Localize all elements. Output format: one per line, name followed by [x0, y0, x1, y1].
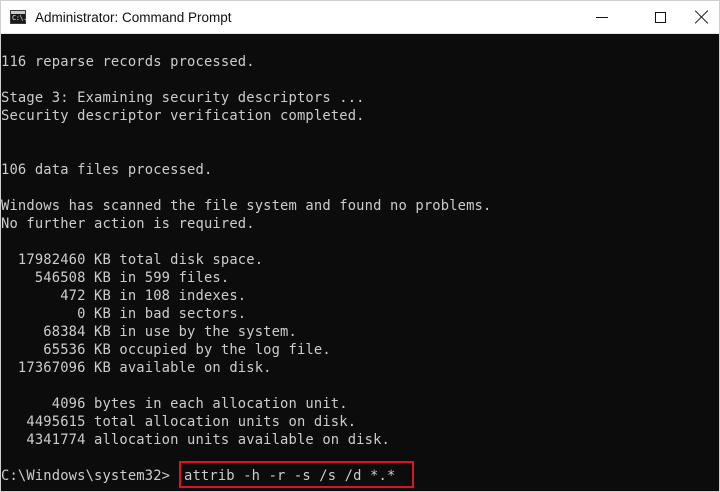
command-input[interactable]: attrib -h -r -s /s /d *.*: [184, 467, 395, 485]
console-line: Security descriptor verification complet…: [1, 108, 365, 124]
console-line: 0 KB in bad sectors.: [1, 306, 247, 322]
console-line: 17367096 KB available on disk.: [1, 360, 272, 376]
console-line: 68384 KB in use by the system.: [1, 324, 297, 340]
cmd-icon[interactable]: C:\.: [10, 10, 27, 24]
maximize-icon: [654, 11, 666, 23]
console-line: 106 data files processed.: [1, 162, 213, 178]
console-line: 116 reparse records processed.: [1, 54, 255, 70]
console-line: 472 KB in 108 indexes.: [1, 288, 247, 304]
command-prompt: C:\Windows\system32>: [1, 468, 171, 484]
console-output[interactable]: 116 reparse records processed. Stage 3: …: [1, 35, 719, 491]
console-line: 17982460 KB total disk space.: [1, 252, 264, 268]
console-line: 65536 KB occupied by the log file.: [1, 342, 331, 358]
window-title: Administrator: Command Prompt: [35, 10, 232, 25]
command-prompt-window: C:\. Administrator: Command Prompt 116 r…: [0, 0, 720, 492]
cmd-icon-glyph: C:\.: [12, 14, 27, 22]
maximize-button[interactable]: [637, 1, 683, 33]
close-icon: [695, 10, 709, 24]
close-button[interactable]: [684, 1, 719, 33]
console-line: Windows has scanned the file system and …: [1, 198, 492, 214]
console-line: Stage 3: Examining security descriptors …: [1, 90, 365, 106]
minimize-button[interactable]: [579, 1, 625, 33]
console-line: 4096 bytes in each allocation unit.: [1, 396, 348, 412]
console-line: 4341774 allocation units available on di…: [1, 432, 390, 448]
minimize-icon: [596, 16, 608, 18]
title-bar[interactable]: C:\. Administrator: Command Prompt: [1, 1, 719, 34]
console-line: 4495615 total allocation units on disk.: [1, 414, 357, 430]
console-line: No further action is required.: [1, 216, 255, 232]
console-line: 546508 KB in 599 files.: [1, 270, 230, 286]
